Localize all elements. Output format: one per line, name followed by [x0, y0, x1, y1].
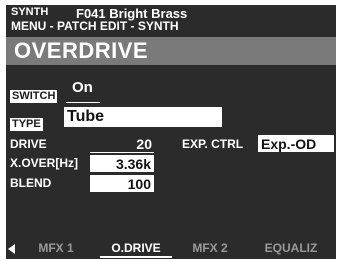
- blend-label: BLEND: [10, 176, 52, 190]
- drive-label: DRIVE: [10, 137, 47, 151]
- exp-ctrl-value[interactable]: Exp.-OD: [258, 135, 334, 152]
- breadcrumb: MENU - PATCH EDIT - SYNTH: [11, 19, 179, 33]
- tab-mfx1[interactable]: MFX 1: [24, 241, 88, 255]
- tab-equaliz[interactable]: EQUALIZ: [254, 241, 328, 255]
- exp-ctrl-label: EXP. CTRL: [182, 137, 244, 151]
- type-value[interactable]: Tube: [64, 107, 222, 127]
- tab-mfx2[interactable]: MFX 2: [178, 241, 242, 255]
- drive-value[interactable]: 20: [90, 136, 152, 152]
- device-screen: SYNTH F041 Bright Brass MENU - PATCH EDI…: [0, 0, 342, 262]
- switch-label: SWITCH: [10, 90, 58, 103]
- mode-label: SYNTH: [11, 6, 49, 18]
- tab-bar: MFX 1 O.DRIVE MFX 2 EQUALIZ: [6, 239, 336, 259]
- switch-underline: [66, 102, 100, 103]
- active-tab-underline: [100, 256, 172, 258]
- page-title: OVERDRIVE: [14, 38, 149, 63]
- drive-underline: [90, 152, 154, 153]
- type-label: TYPE: [10, 118, 43, 131]
- xover-label: X.OVER[Hz]: [10, 156, 79, 170]
- tab-odrive[interactable]: O.DRIVE: [100, 241, 172, 255]
- switch-value[interactable]: On: [72, 79, 93, 96]
- left-arrow-icon[interactable]: [8, 244, 15, 254]
- lcd-display: SYNTH F041 Bright Brass MENU - PATCH EDI…: [6, 5, 336, 259]
- xover-value[interactable]: 3.36k: [90, 155, 154, 172]
- title-bar: OVERDRIVE: [6, 37, 336, 65]
- blend-value[interactable]: 100: [90, 175, 154, 192]
